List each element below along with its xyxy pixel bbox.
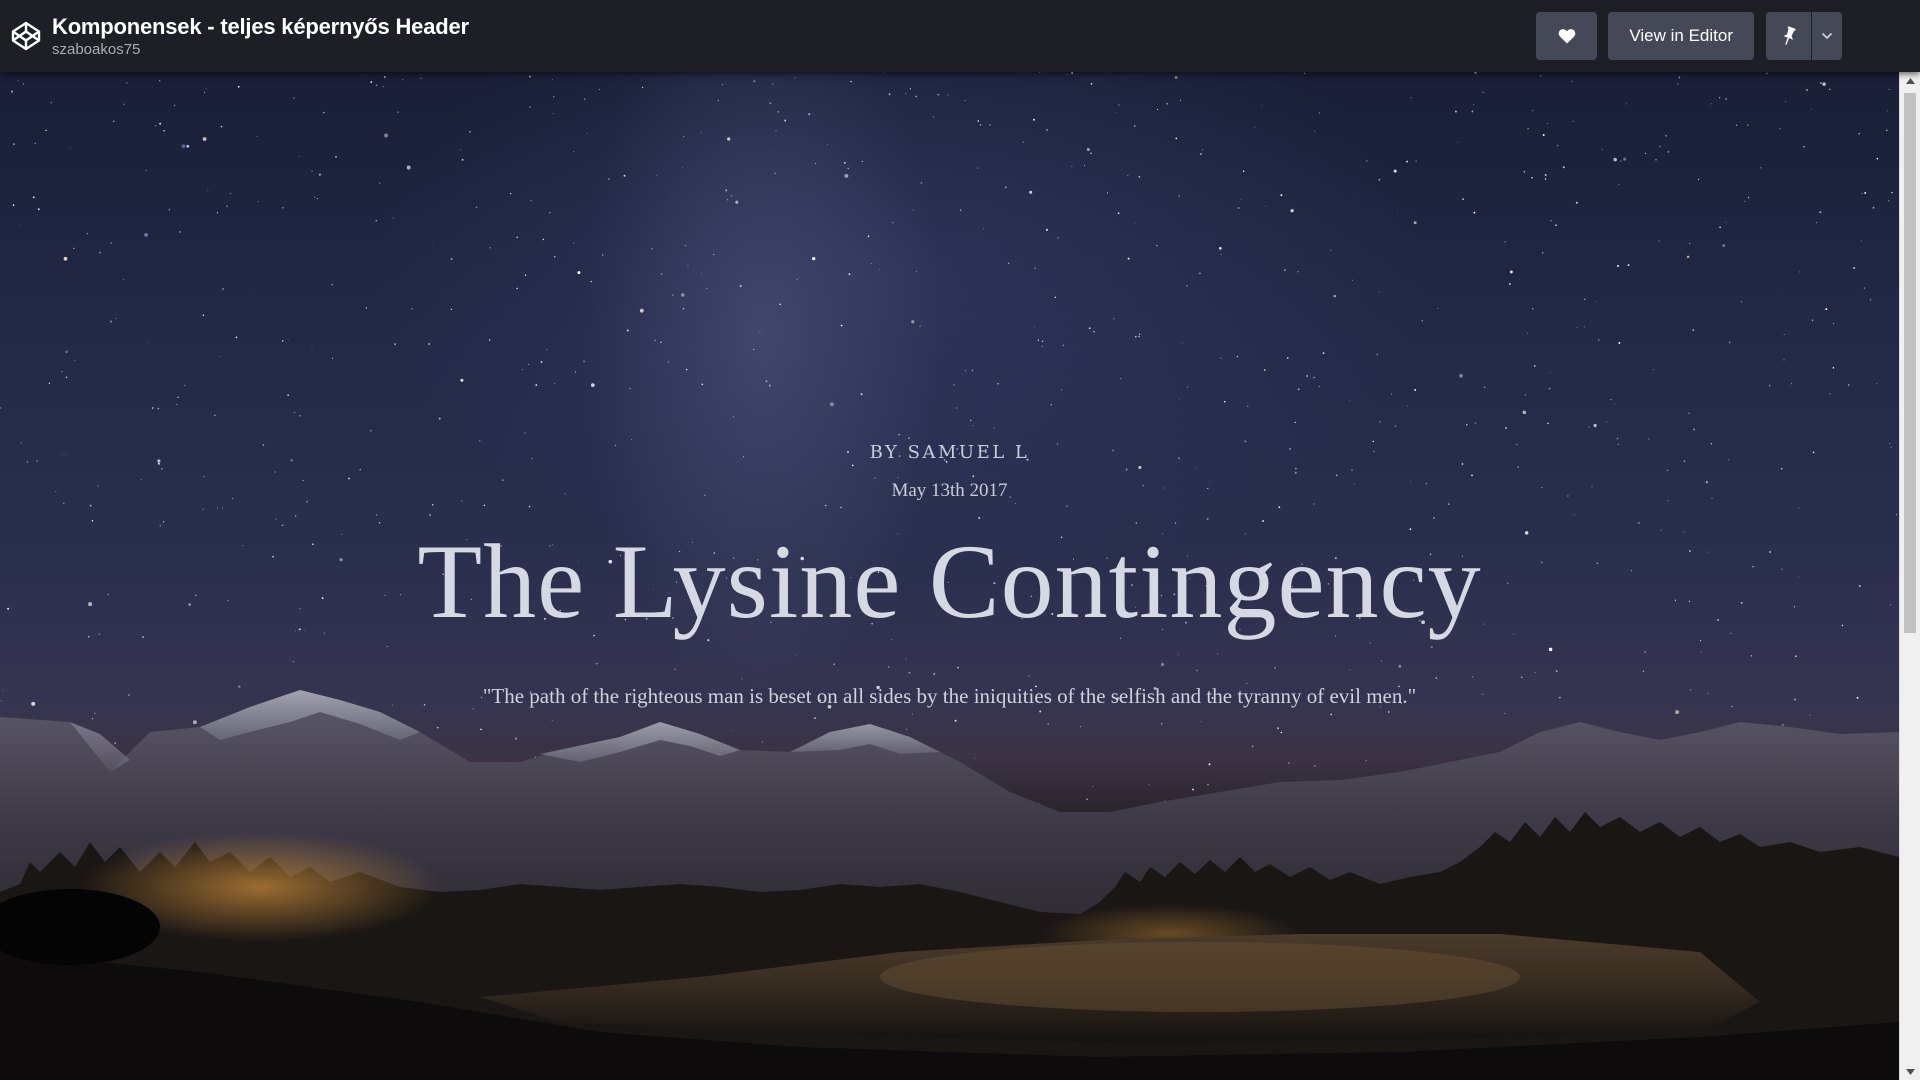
scroll-up-arrow-icon[interactable] <box>1900 72 1920 89</box>
header-actions: View in Editor <box>1536 12 1842 60</box>
author-byline: BY SAMUEL L <box>869 442 1030 463</box>
pen-author-link[interactable]: szaboakos75 <box>52 41 469 59</box>
hero-headline: The Lysine Contingency <box>417 523 1482 640</box>
love-button[interactable] <box>1536 12 1598 60</box>
pen-title-block: Komponensek - teljes képernyős Header sz… <box>52 14 469 59</box>
pin-button[interactable] <box>1766 12 1811 60</box>
chevron-down-icon <box>1821 32 1833 40</box>
codepen-logo-icon[interactable] <box>8 18 44 54</box>
view-in-editor-button[interactable]: View in Editor <box>1608 12 1754 60</box>
scroll-down-arrow-icon[interactable] <box>1900 1063 1920 1080</box>
pin-icon <box>1783 26 1796 45</box>
scrollbar-thumb[interactable] <box>1904 93 1916 633</box>
hero-section: BY SAMUEL L May 13th 2017 The Lysine Con… <box>0 72 1899 1080</box>
hero-text: BY SAMUEL L May 13th 2017 The Lysine Con… <box>0 72 1899 1080</box>
pin-button-group <box>1766 12 1842 60</box>
pen-title: Komponensek - teljes képernyős Header <box>52 13 469 39</box>
pin-dropdown-button[interactable] <box>1812 12 1842 60</box>
heart-icon <box>1558 29 1576 44</box>
vertical-scrollbar[interactable] <box>1899 72 1920 1080</box>
codepen-header-bar: Komponensek - teljes képernyős Header sz… <box>0 0 1920 72</box>
hero-quote: "The path of the righteous man is beset … <box>482 684 1417 708</box>
post-date: May 13th 2017 <box>891 480 1008 501</box>
